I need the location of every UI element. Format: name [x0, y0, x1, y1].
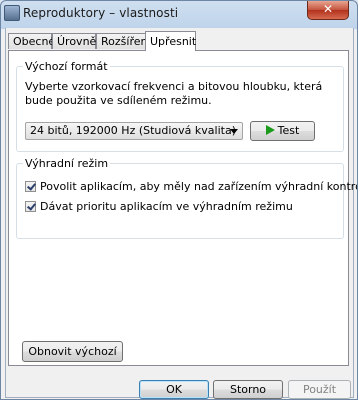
speaker-icon	[4, 5, 20, 21]
sample-rate-selected: 24 bitů, 192000 Hz (Studiová kvalita)	[30, 124, 236, 137]
default-format-label: Výchozí formát	[23, 60, 110, 73]
title-bar[interactable]: Reproduktory – vlastnosti ✕	[1, 1, 357, 27]
test-button-label: Test	[277, 124, 300, 137]
dialog-client-area: Obecné Úrovně Rozšíření Upřesnit Výchozí…	[5, 28, 357, 399]
allow-exclusive-control-option[interactable]: Povolit aplikacím, aby měly nad zařízení…	[25, 180, 358, 194]
tab-panel-upresnit: Výchozí formát Vyberte vzorkovací frekve…	[8, 50, 357, 366]
properties-window: Reproduktory – vlastnosti ✕ Obecné Úrovn…	[0, 0, 358, 400]
default-format-group: Výchozí formát Vyberte vzorkovací frekve…	[16, 60, 344, 152]
tab-obecne[interactable]: Obecné	[8, 33, 55, 49]
default-format-description: Vyberte vzorkovací frekvenci a bitovou h…	[25, 80, 323, 107]
chevron-down-icon	[230, 129, 238, 134]
close-button[interactable]: ✕	[307, 1, 349, 20]
exclusive-mode-group: Výhradní režim Povolit aplikacím, aby mě…	[16, 157, 357, 239]
cancel-button[interactable]: Storno	[213, 380, 283, 399]
exclusive-priority-option[interactable]: Dávat prioritu aplikacím ve výhradním re…	[25, 200, 293, 214]
window-title: Reproduktory – vlastnosti	[23, 6, 179, 20]
sample-rate-dropdown[interactable]: 24 bitů, 192000 Hz (Studiová kvalita)	[25, 122, 243, 140]
apply-button: Použít	[288, 380, 351, 399]
allow-exclusive-control-label: Povolit aplikacím, aby měly nad zařízení…	[40, 180, 358, 193]
tab-urovne[interactable]: Úrovně	[52, 33, 96, 49]
tab-rozsireni[interactable]: Rozšíření	[96, 33, 151, 49]
restore-defaults-button[interactable]: Obnovit výchozí	[22, 341, 123, 362]
test-button[interactable]: Test	[250, 121, 315, 141]
tab-upresnit[interactable]: Upřesnit	[145, 31, 196, 51]
allow-exclusive-control-checkbox[interactable]	[25, 181, 36, 192]
exclusive-priority-checkbox[interactable]	[25, 201, 36, 212]
exclusive-priority-label: Dávat prioritu aplikacím ve výhradním re…	[40, 200, 293, 213]
ok-button[interactable]: OK	[139, 380, 209, 399]
play-icon	[265, 125, 275, 135]
exclusive-mode-label: Výhradní režim	[23, 157, 111, 170]
